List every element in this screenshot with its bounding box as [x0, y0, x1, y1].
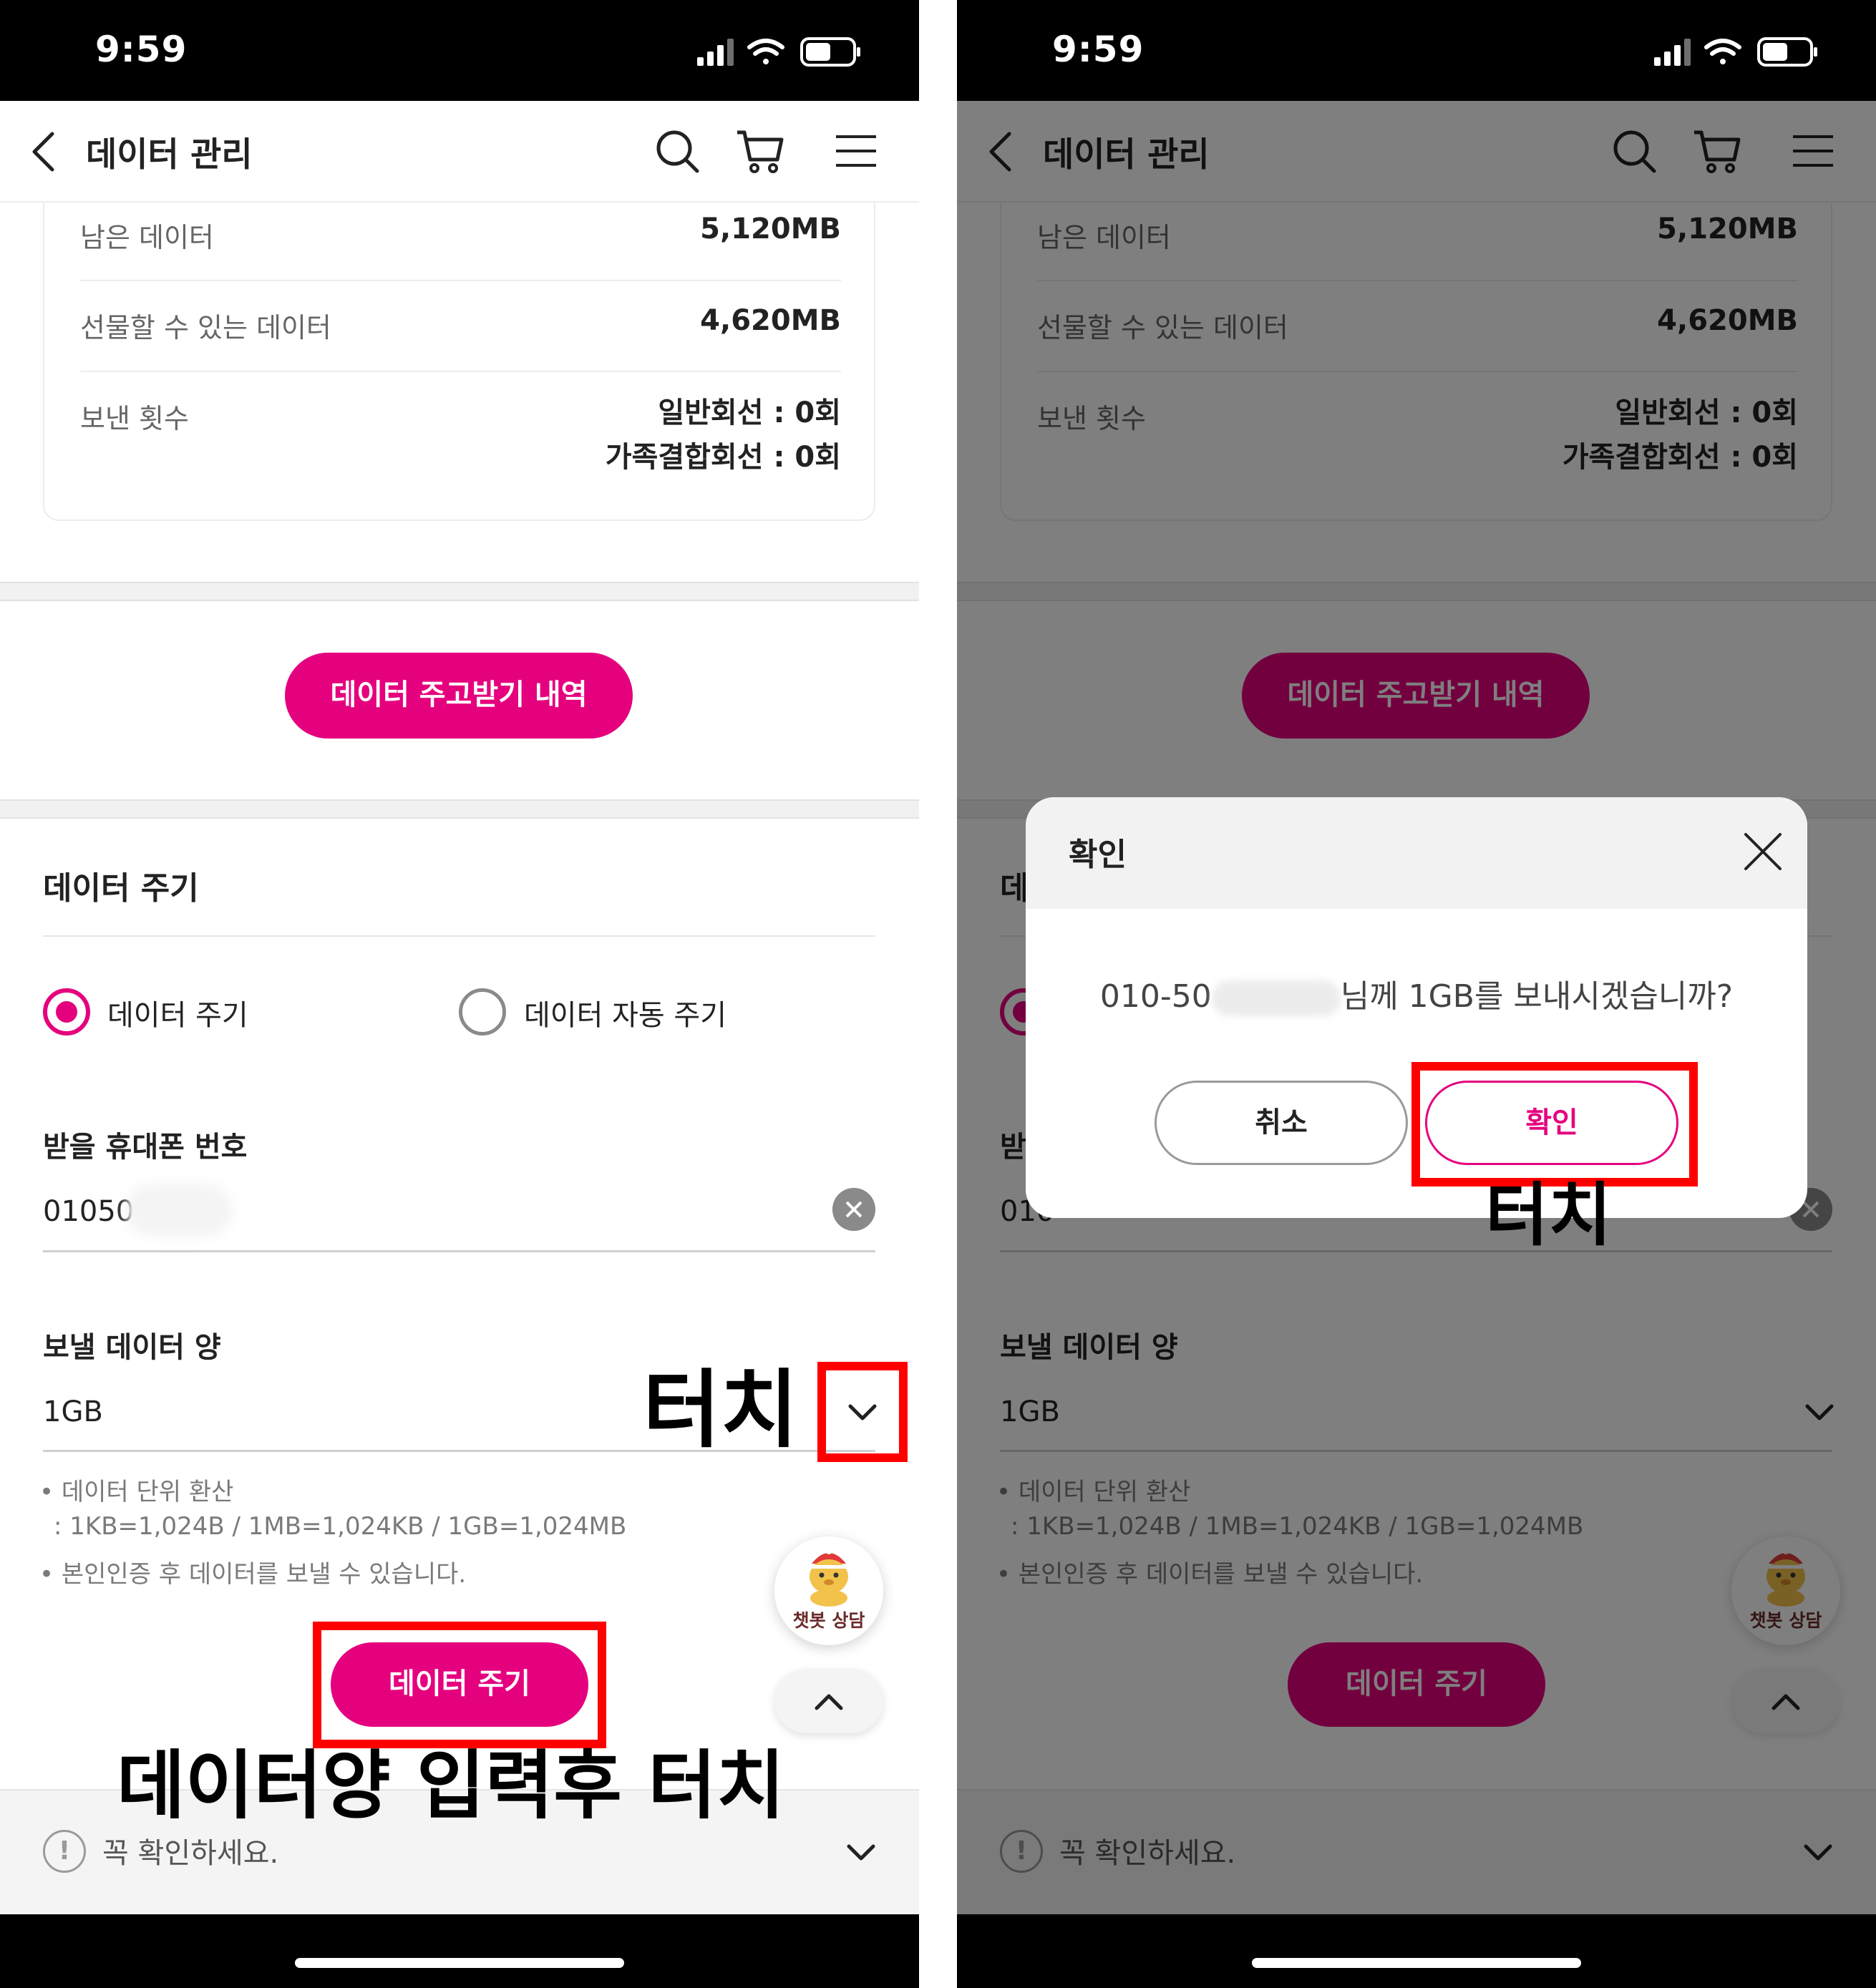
remaining-label: 남은 데이터 — [80, 222, 214, 253]
chevron-down-icon[interactable] — [845, 1399, 880, 1428]
dialog-message: 010-50 님께 1GB를 보내시겠습니까? — [1026, 970, 1807, 1016]
redacted-number — [125, 1184, 233, 1236]
data-info-card: 남은 데이터 5,120MB 선물할 수 있는 데이터 4,620MB 보낸 횟… — [43, 203, 875, 521]
info-row-giftable: 선물할 수 있는 데이터 4,620MB — [80, 281, 841, 372]
page-title: 데이터 관리 — [86, 135, 253, 175]
phone-field-label: 받을 휴대폰 번호 — [43, 1131, 248, 1164]
scroll-top-button[interactable] — [774, 1669, 883, 1733]
check-notice-text: 꼭 확인하세요. — [102, 1837, 279, 1870]
home-indicator[interactable] — [1252, 1958, 1581, 1968]
home-bar-area — [957, 1914, 1876, 1988]
status-bar: 9:59 — [957, 0, 1876, 101]
phone-input-underline — [43, 1250, 875, 1252]
note-unit-title: • 데이터 단위 환산 — [39, 1478, 234, 1506]
highlight-box-confirm — [1411, 1062, 1698, 1187]
chatbot-button[interactable]: 챗봇 상담 — [774, 1536, 883, 1645]
app-header: 데이터 관리 — [0, 101, 919, 203]
radio-auto-give[interactable] — [459, 988, 506, 1036]
status-time: 9:59 — [95, 29, 188, 70]
dialog-message-number: 010-50 — [1099, 978, 1212, 1015]
section-separator — [0, 582, 919, 601]
phone-screen-left: 9:59 데이터 관리 남은 데이터 5,120MB 선물할 수 있는 데이터 … — [0, 0, 919, 1988]
back-chevron-icon[interactable] — [27, 130, 63, 174]
annotation-input-then-touch: 데이터양 입력후 터치 — [117, 1742, 785, 1829]
give-section-title: 데이터 주기 — [43, 870, 199, 907]
radio-auto-give-label: 데이터 자동 주기 — [524, 999, 727, 1032]
divider — [43, 935, 875, 937]
status-bar: 9:59 — [0, 0, 919, 101]
giftable-label: 선물할 수 있는 데이터 — [80, 312, 331, 343]
note-auth: • 본인인증 후 데이터를 보낼 수 있습니다. — [39, 1560, 467, 1589]
annotation-touch: 터치 — [1485, 1175, 1612, 1255]
wifi-icon — [747, 39, 784, 64]
amount-select[interactable]: 1GB — [43, 1395, 103, 1428]
highlight-box-submit — [313, 1622, 606, 1748]
note-unit-conversion: : 1KB=1,024B / 1MB=1,024KB / 1GB=1,024MB — [54, 1512, 627, 1541]
home-bar-area — [0, 1914, 919, 1988]
chatbot-label: 챗봇 상담 — [792, 1610, 865, 1631]
dialog-header: 확인 — [1026, 797, 1807, 909]
amount-field-label: 보낼 데이터 양 — [43, 1331, 221, 1364]
sent-family: 가족결합회선 : 0회 — [605, 441, 841, 474]
cart-icon[interactable] — [734, 125, 786, 177]
section-separator — [0, 799, 919, 819]
data-history-button[interactable]: 데이터 주고받기 내역 — [285, 653, 633, 739]
home-indicator[interactable] — [295, 1958, 624, 1968]
wifi-icon — [1704, 39, 1741, 64]
info-row-remaining: 남은 데이터 5,120MB — [80, 203, 841, 281]
radio-give-data-label: 데이터 주기 — [107, 999, 248, 1032]
chevron-up-icon — [815, 1694, 843, 1710]
battery-icon — [800, 37, 860, 67]
phone-screen-right: 9:59 데이터 관리 — [957, 0, 1876, 1988]
radio-give-data[interactable] — [43, 988, 90, 1036]
menu-icon[interactable] — [830, 125, 882, 177]
sent-general: 일반회선 : 0회 — [658, 396, 841, 429]
signal-icon — [697, 39, 734, 66]
status-icons — [1654, 37, 1817, 67]
dialog-title: 확인 — [1069, 837, 1127, 873]
clear-icon[interactable] — [832, 1188, 875, 1231]
search-icon[interactable] — [651, 125, 703, 177]
remaining-value: 5,120MB — [700, 213, 841, 245]
battery-icon — [1757, 37, 1817, 67]
info-row-sent: 보낸 횟수 일반회선 : 0회 가족결합회선 : 0회 — [80, 372, 841, 515]
status-time: 9:59 — [1052, 29, 1144, 70]
chevron-down-icon[interactable] — [843, 1839, 879, 1868]
dialog-message-text: 님께 1GB를 보내시겠습니까? — [1340, 978, 1734, 1015]
sent-label: 보낸 횟수 — [80, 403, 189, 434]
annotation-touch: 터치 — [643, 1360, 799, 1459]
chatbot-mascot-icon — [810, 1547, 848, 1607]
status-icons — [697, 37, 860, 67]
phone-input[interactable]: 01050 — [43, 1195, 134, 1228]
giftable-value: 4,620MB — [700, 304, 841, 337]
close-icon[interactable] — [1741, 830, 1784, 873]
signal-icon — [1654, 39, 1691, 66]
cancel-button[interactable]: 취소 — [1155, 1081, 1408, 1165]
redacted-number — [1211, 980, 1341, 1016]
alert-icon: ! — [43, 1830, 86, 1873]
